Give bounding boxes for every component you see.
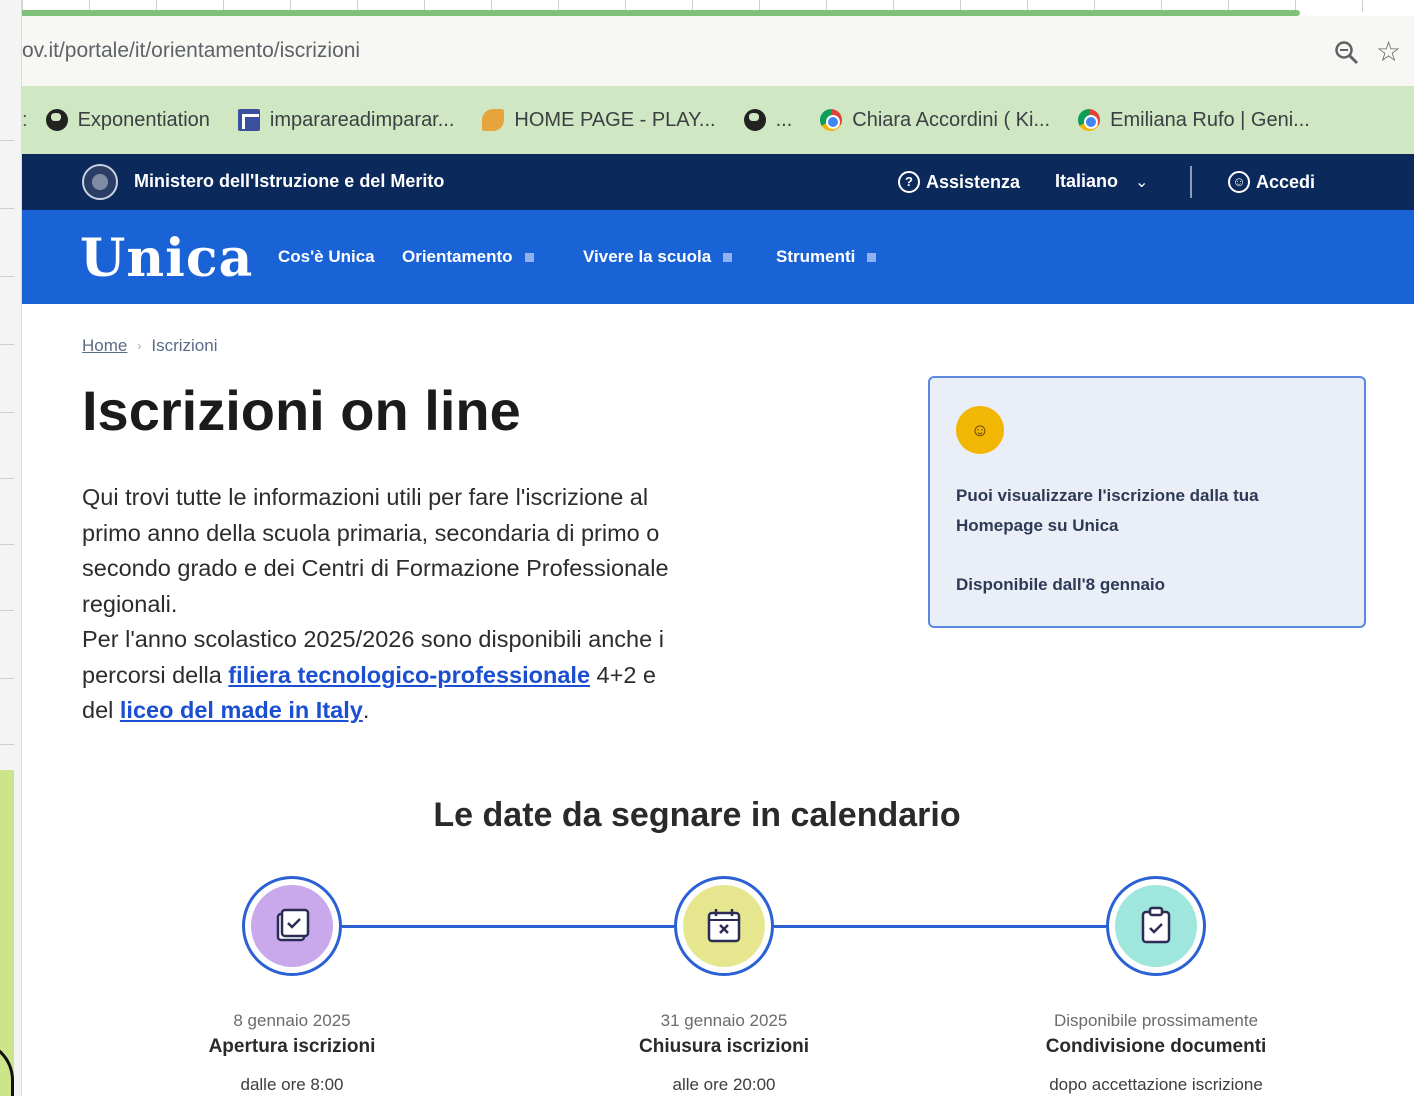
breadcrumb-separator-icon: › — [137, 339, 142, 353]
login-button[interactable]: ☺ Accedi — [1228, 171, 1315, 193]
calendar-title: Le date da segnare in calendario — [0, 796, 1414, 835]
nav-item-cose-unica[interactable]: Cos'è Unica — [278, 247, 375, 267]
breadcrumb: Home › Iscrizioni — [82, 336, 217, 356]
filiera-link[interactable]: filiera tecnologico-professionale — [228, 662, 590, 688]
divider — [1190, 166, 1192, 198]
bookmark-star-icon[interactable]: ☆ — [1376, 38, 1404, 66]
step-date: Disponibile prossimamente — [1053, 1011, 1259, 1030]
timeline-step-2: 31 gennaio 2025 Chiusura iscrizioni alle… — [574, 1010, 874, 1096]
intro-paragraph-1: Qui trovi tutte le informazioni utili pe… — [82, 484, 669, 617]
bookmarks-overflow-marker: : — [22, 108, 28, 131]
calendar-x-icon — [707, 909, 741, 943]
language-selector[interactable]: Italiano — [1055, 171, 1118, 192]
breadcrumb-home-link[interactable]: Home — [82, 336, 127, 356]
user-icon: ☺ — [1228, 171, 1250, 193]
info-card: ☺ Puoi visualizzare l'iscrizione dalla t… — [928, 376, 1366, 628]
step-title: Chiusura iscrizioni — [639, 1036, 809, 1057]
bookmark-imparare[interactable]: impararea​dimparar... — [237, 108, 455, 132]
nav-label: Vivere la scuola — [583, 247, 712, 266]
step-note: alle ore 20:00 — [672, 1075, 776, 1094]
bookmark-label: impararea​dimparar... — [269, 108, 455, 131]
timeline-step-3: Disponibile prossimamente Condivisione d… — [1006, 1010, 1306, 1096]
chrome-icon — [820, 109, 843, 131]
bookmark-globe[interactable]: ... — [743, 108, 793, 132]
timeline-step-1-fill — [251, 885, 333, 967]
login-label: Accedi — [1256, 171, 1316, 192]
bookmarks-bar: : Exponentiation impararea​dimparar... H… — [22, 86, 1414, 154]
globe-icon — [45, 109, 68, 131]
zoom-icon[interactable] — [1334, 40, 1360, 66]
nav-label: Orientamento — [402, 247, 513, 266]
timeline-step-2-fill — [683, 885, 765, 967]
timeline-connector — [774, 925, 1106, 928]
step-note: dalle ore 8:00 — [240, 1075, 344, 1094]
grid-icon — [237, 109, 260, 131]
bookmark-label: HOME PAGE - PLAY... — [514, 108, 716, 131]
chevron-down-icon[interactable]: ⌄ — [1135, 172, 1148, 192]
chrome-icon — [1078, 109, 1101, 131]
step-date: 31 gennaio 2025 — [660, 1011, 788, 1030]
calendar-check-icon — [276, 908, 310, 942]
timeline-step-3-circle — [1106, 876, 1206, 976]
ministry-header: Ministero dell'Istruzione e del Merito ?… — [22, 154, 1414, 210]
address-bar[interactable]: ov.it/portale/it/orientamento/iscrizioni… — [22, 16, 1414, 86]
intro-text-fragment: . — [362, 697, 370, 723]
bookmark-label: Emiliana Rufo | Geni... — [1110, 108, 1310, 131]
step-date: 8 gennaio 2025 — [233, 1011, 351, 1030]
bookmark-label: Exponentiation — [77, 108, 210, 131]
bookmark-exponentiation[interactable]: Exponentiation — [45, 108, 210, 132]
republic-emblem-icon — [82, 164, 118, 200]
globe-icon — [743, 109, 766, 131]
bookmark-emiliana[interactable]: Emiliana Rufo | Geni... — [1078, 109, 1310, 132]
page-title: Iscrizioni on line — [82, 379, 521, 442]
assistance-link[interactable]: ? Assistenza — [898, 171, 1020, 193]
bookmark-chiara[interactable]: Chiara Accordini ( Ki... — [820, 109, 1050, 132]
menu-icon — [723, 252, 733, 262]
card-text: Puoi visualizzare l'iscrizione dalla tua… — [956, 486, 1259, 535]
step-title: Apertura iscrizioni — [208, 1036, 376, 1057]
menu-icon — [867, 252, 877, 262]
timeline-connector — [342, 925, 674, 928]
nav-item-strumenti[interactable]: Strumenti — [776, 247, 877, 267]
calendar-title-text: Le date da segnare in calendario — [433, 796, 961, 834]
timeline-step-2-circle — [674, 876, 774, 976]
step-note: dopo accettazione iscrizione — [1049, 1075, 1263, 1094]
assistance-label: Assistenza — [926, 171, 1021, 192]
main-navigation: Unica Cos'è Unica Orientamento Vivere la… — [22, 210, 1414, 304]
nav-item-vivere-la-scuola[interactable]: Vivere la scuola — [583, 247, 733, 267]
bookmark-label: ... — [775, 108, 793, 131]
made-in-italy-link[interactable]: liceo del made in Italy — [120, 697, 363, 723]
breadcrumb-current: Iscrizioni — [151, 336, 218, 355]
url-text[interactable]: ov.it/portale/it/orientamento/iscrizioni — [22, 39, 360, 63]
intro-text: Qui trovi tutte le informazioni utili pe… — [82, 480, 682, 729]
family-icon: ☺ — [956, 406, 1004, 454]
timeline-step-1-circle — [242, 876, 342, 976]
bookmark-home-page-play[interactable]: HOME PAGE - PLAY... — [482, 108, 716, 132]
unica-logo[interactable]: Unica — [80, 228, 253, 289]
leaf-icon — [482, 109, 505, 131]
nav-label: Cos'è Unica — [278, 247, 375, 266]
nav-item-orientamento[interactable]: Orientamento — [402, 247, 534, 267]
nav-label: Strumenti — [776, 247, 856, 266]
help-icon: ? — [898, 171, 920, 193]
step-title: Condivisione documenti — [1045, 1036, 1267, 1057]
timeline-step-3-fill — [1115, 885, 1197, 967]
bookmark-label: Chiara Accordini ( Ki... — [852, 108, 1051, 131]
timeline-step-1: 8 gennaio 2025 Apertura iscrizioni dalle… — [142, 1010, 442, 1096]
card-availability: Disponibile dall'8 gennaio — [956, 575, 1166, 594]
clipboard-check-icon — [1141, 906, 1171, 944]
ministry-name[interactable]: Ministero dell'Istruzione e del Merito — [134, 171, 444, 192]
menu-icon — [524, 252, 534, 262]
